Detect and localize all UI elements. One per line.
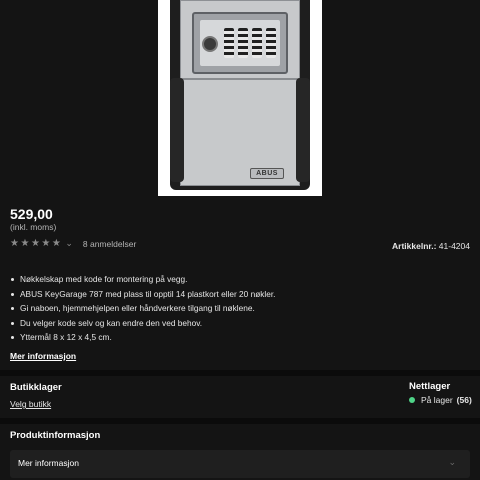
stock-count: (56) [456,395,472,405]
stock-label: På lager [421,395,453,405]
accordion-label: Mer informasjon [18,458,79,468]
code-wheel [266,28,276,58]
reviews-count[interactable]: 8 anmeldelser [83,239,136,249]
star-icon: ★ [51,238,61,249]
product-image[interactable]: ABUS [158,0,322,196]
feature-item: Yttermål 8 x 12 x 4,5 cm. [10,330,276,345]
in-stock-dot-icon [409,397,415,403]
feature-item: Gi naboen, hjemmehjelpen eller håndverke… [10,301,276,316]
code-wheel [252,28,262,58]
more-info-accordion[interactable]: Mer informasjon ⌄ [10,450,470,478]
product-hero: ABUS [0,0,480,198]
section-divider [0,418,480,424]
select-store-link[interactable]: Velg butikk [10,399,51,409]
code-wheel [224,28,234,58]
brand-plate: ABUS [250,168,284,179]
feature-list: Nøkkelskap med kode for montering på veg… [10,272,276,345]
section-divider [0,370,480,376]
feature-item: Nøkkelskap med kode for montering på veg… [10,272,276,287]
feature-item: Du velger kode selv og kan endre den ved… [10,316,276,331]
star-icon: ★ [30,238,40,249]
chevron-down-icon: ⌄ [448,457,456,467]
vat-note: (inkl. moms) [10,222,57,232]
more-info-link[interactable]: Mer informasjon [10,351,76,361]
product-price: 529,00 [10,206,53,222]
store-stock-title: Butikklager [10,382,62,393]
article-number-value: 41-4204 [438,241,470,251]
star-icon: ★ [10,238,19,249]
rating[interactable]: ★ ★ ★ ★ ★ ⌄ 8 anmeldelser [10,238,136,249]
online-stock-status: På lager (56) [409,395,472,405]
star-icon: ★ [41,238,51,249]
product-info-title: Produktinformasjon [10,430,101,441]
online-stock-title: Nettlager [409,381,451,392]
code-wheel [238,28,248,58]
combination-lock [192,12,288,74]
lock-knob [202,36,218,52]
article-number: Artikkelnr.: 41-4204 [392,241,470,251]
article-number-label: Artikkelnr.: [392,241,437,251]
feature-item: ABUS KeyGarage 787 med plass til opptil … [10,287,276,302]
chevron-down-icon[interactable]: ⌄ [65,238,73,249]
star-icon: ★ [20,238,30,249]
